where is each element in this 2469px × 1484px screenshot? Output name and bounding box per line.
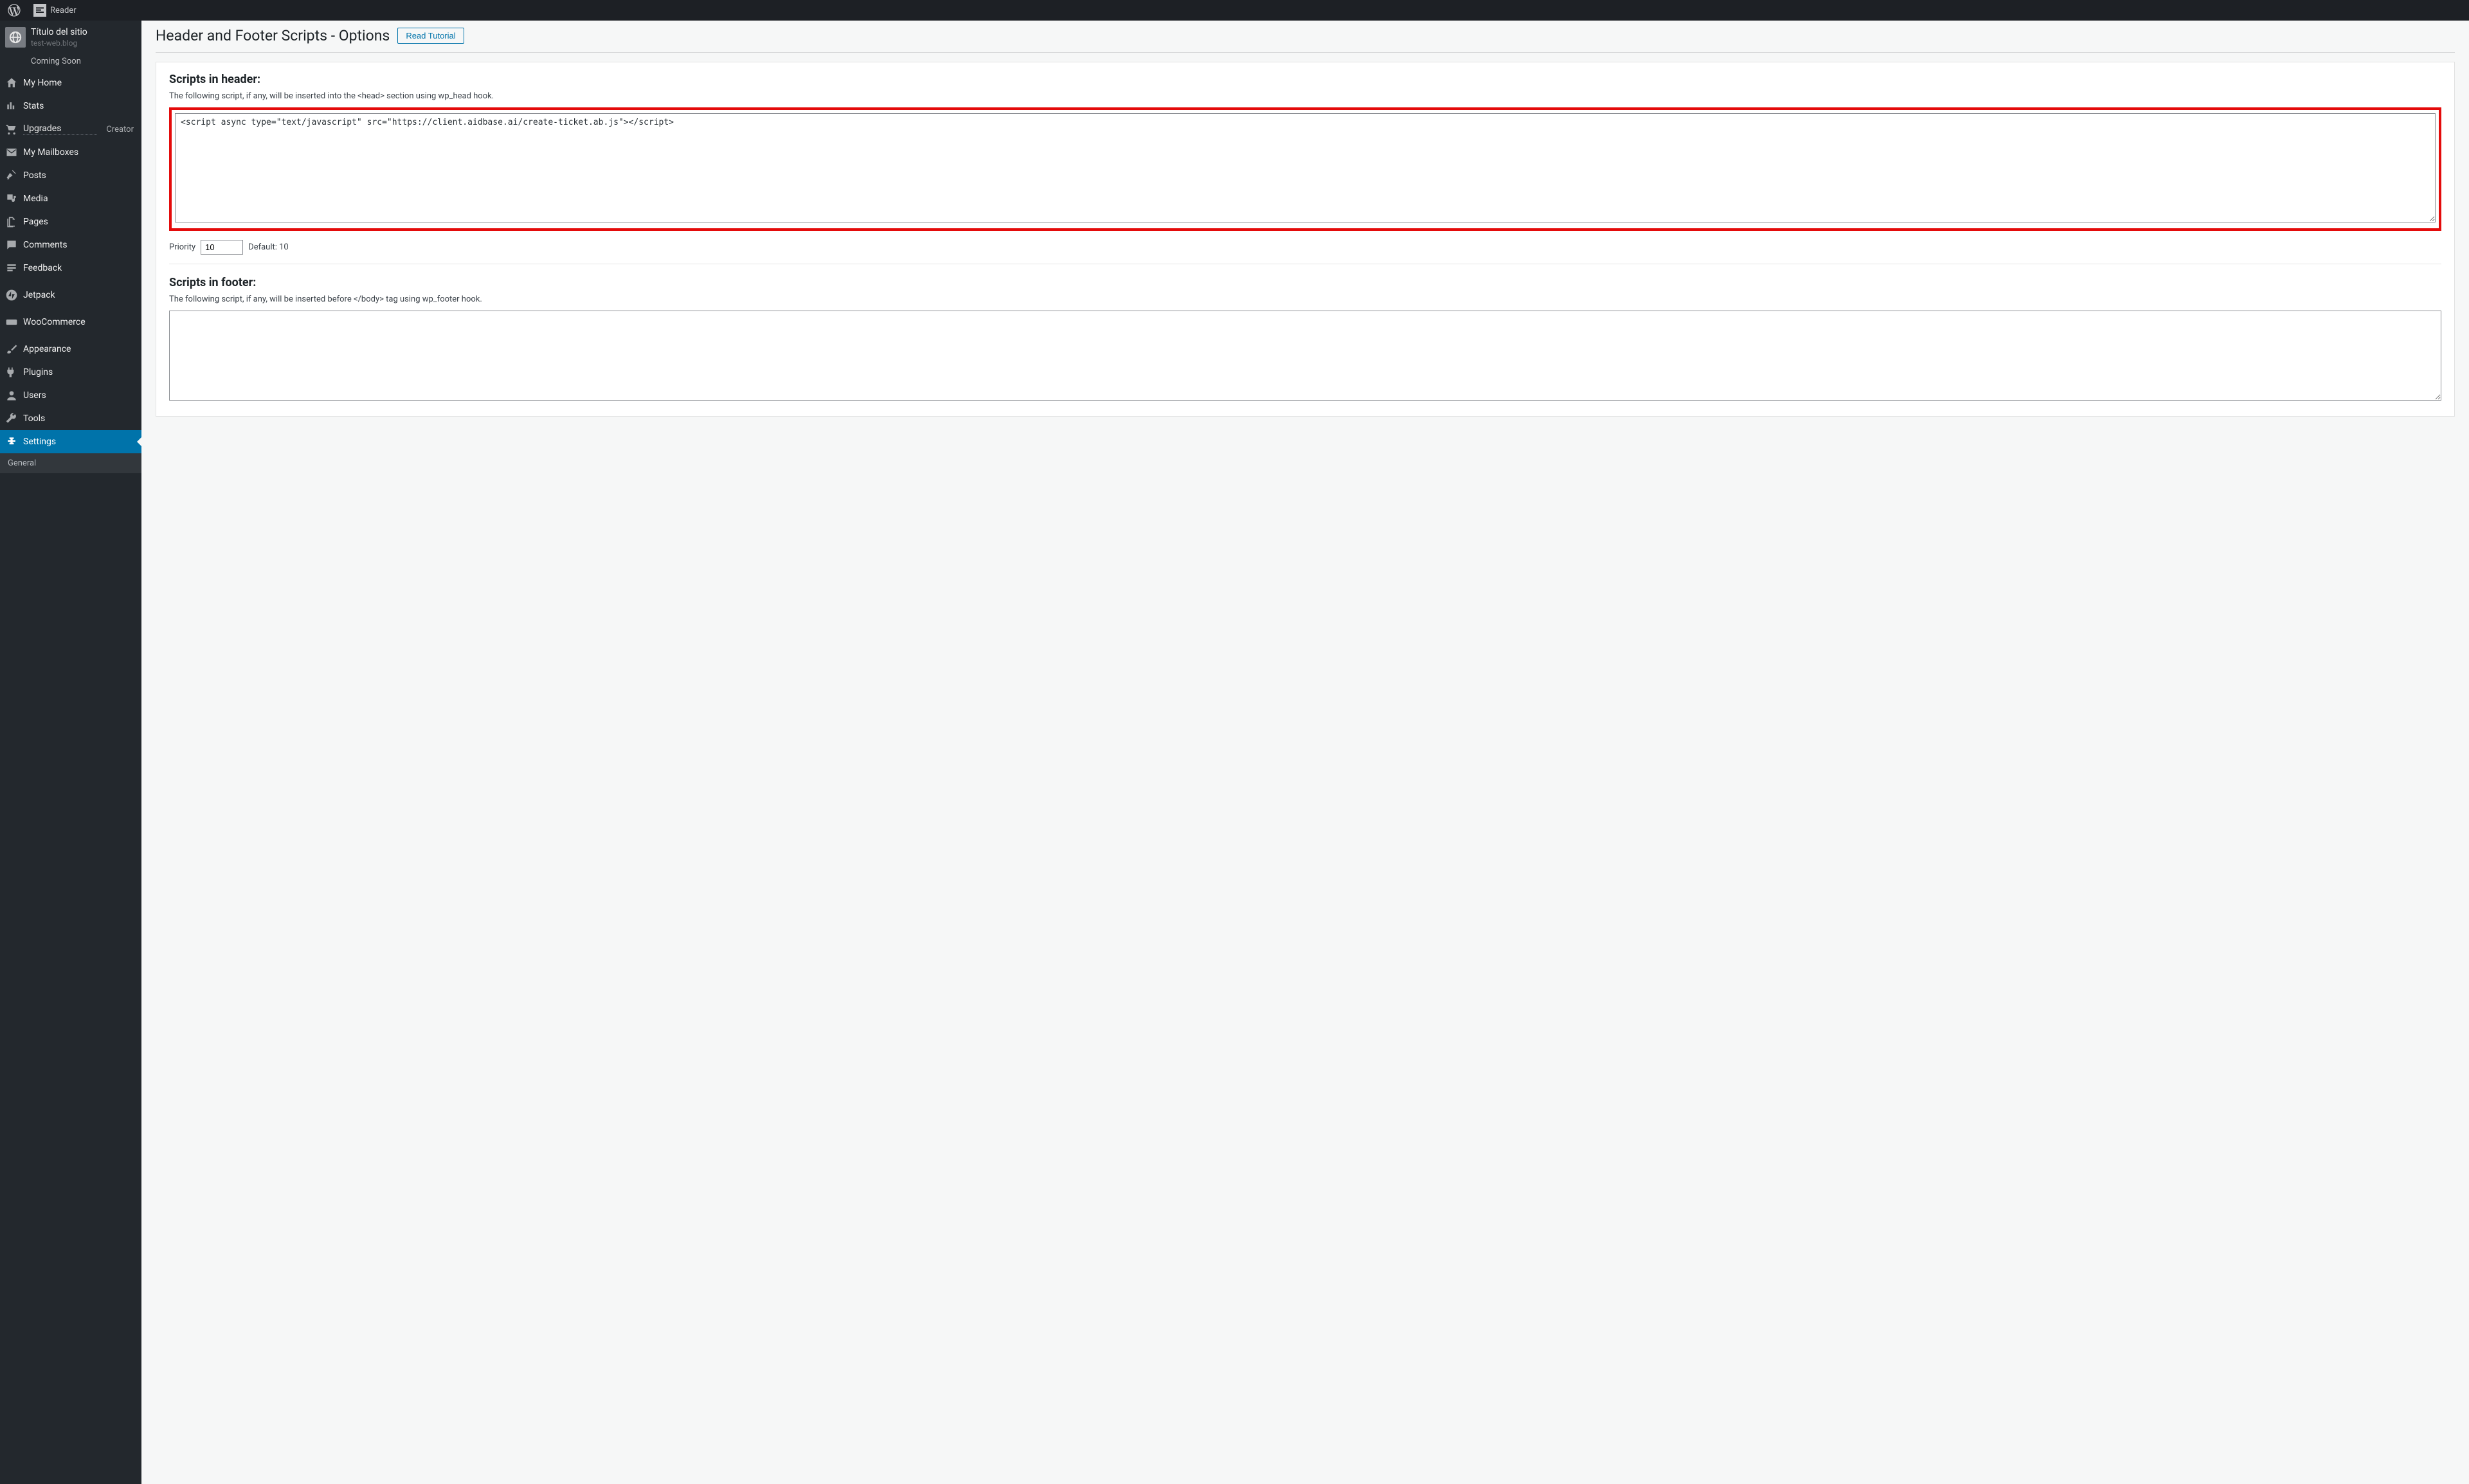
options-panel: Scripts in header: The following script,… [156,62,2455,417]
site-switcher[interactable]: Título del sitio test-web.blog [0,21,141,54]
sidebar-item-settings[interactable]: Settings [0,430,141,453]
wordpress-icon [8,4,21,17]
sidebar-item-label: Tools [23,413,45,424]
sidebar-item-label: Feedback [23,263,62,273]
sidebar-item-label: Comments [23,240,68,250]
sidebar-item-label: Plugins [23,367,53,377]
sidebar-item-jetpack[interactable]: Jetpack [0,284,141,307]
comment-icon [5,239,18,251]
sidebar-item-label: My Home [23,78,62,88]
sidebar-item-label: Posts [23,170,46,181]
woo-icon [5,316,18,329]
pages-icon [5,215,18,228]
sidebar-item-posts[interactable]: Posts [0,164,141,187]
mail-icon [5,146,18,159]
priority-label: Priority [169,242,195,252]
site-avatar [5,27,26,48]
settings-submenu: General [0,453,141,473]
read-tutorial-button[interactable]: Read Tutorial [397,28,464,44]
stats-icon [5,100,18,113]
sidebar-item-media[interactable]: Media [0,187,141,210]
media-icon [5,192,18,205]
highlight-frame [169,107,2441,231]
globe-icon [8,30,23,44]
main-content: Header and Footer Scripts - Options Read… [141,21,2469,1484]
sidebar-item-appearance[interactable]: Appearance [0,338,141,361]
sidebar-item-users[interactable]: Users [0,384,141,407]
sidebar-item-pages[interactable]: Pages [0,210,141,233]
sidebar-item-woocommerce[interactable]: WooCommerce [0,311,141,334]
page-title: Header and Footer Scripts - Options [156,27,390,44]
site-status: Coming Soon [0,54,141,71]
site-url: test-web.blog [31,39,87,48]
footer-scripts-description: The following script, if any, will be in… [169,294,2441,304]
footer-scripts-title: Scripts in footer: [169,276,2441,289]
header-scripts-description: The following script, if any, will be in… [169,91,2441,101]
sidebar-item-my-home[interactable]: My Home [0,71,141,95]
submenu-item-general[interactable]: General [0,453,141,473]
feedback-icon [5,262,18,275]
sidebar-item-feedback[interactable]: Feedback [0,257,141,280]
wordpress-logo-button[interactable] [3,0,26,21]
sidebar-item-mailboxes[interactable]: My Mailboxes [0,141,141,164]
admin-sidebar: Título del sitio test-web.blog Coming So… [0,21,141,1484]
sidebar-item-label: Stats [23,101,44,111]
wrench-icon [5,412,18,425]
sidebar-item-upgrades[interactable]: Upgrades Creator [0,118,141,141]
sidebar-item-label: Users [23,390,46,401]
header-scripts-textarea[interactable] [175,113,2436,222]
sidebar-item-stats[interactable]: Stats [0,95,141,118]
pin-icon [5,169,18,182]
header-scripts-title: Scripts in header: [169,73,2441,86]
sidebar-item-label: Settings [23,437,56,447]
brush-icon [5,343,18,356]
sidebar-item-comments[interactable]: Comments [0,233,141,257]
cart-icon [5,123,18,136]
home-icon [5,77,18,89]
reader-button[interactable]: Reader [28,0,82,21]
user-icon [5,389,18,402]
sidebar-item-plugins[interactable]: Plugins [0,361,141,384]
site-title: Título del sitio [31,27,87,37]
admin-top-bar: Reader [0,0,2469,21]
sidebar-item-label: My Mailboxes [23,147,78,158]
sidebar-item-label: Media [23,194,48,204]
reader-label: Reader [50,6,77,15]
settings-icon [5,435,18,448]
reader-icon [33,4,46,17]
sidebar-item-label: WooCommerce [23,317,86,327]
header-priority-input[interactable] [201,240,243,255]
priority-default-text: Default: 10 [248,242,289,252]
sidebar-item-tools[interactable]: Tools [0,407,141,430]
footer-scripts-textarea[interactable] [169,311,2441,401]
sidebar-item-label: Upgrades [23,123,97,135]
sidebar-item-label: Appearance [23,344,71,354]
sidebar-item-label: Jetpack [23,290,55,300]
jetpack-icon [5,289,18,302]
sidebar-item-badge: Creator [106,125,136,134]
sidebar-item-label: Pages [23,217,48,227]
plug-icon [5,366,18,379]
